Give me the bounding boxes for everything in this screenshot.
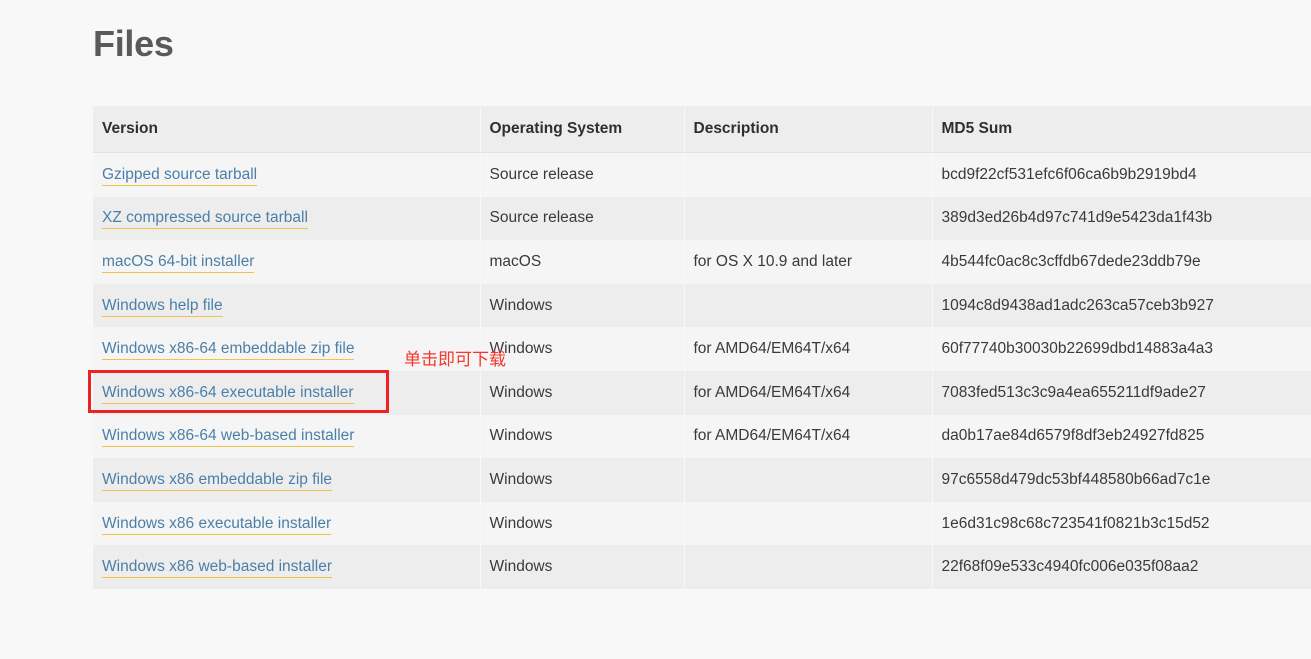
table-cell-version: Gzipped source tarball: [93, 152, 481, 197]
table-cell-operating-system: Windows: [480, 327, 685, 371]
table-cell-version: XZ compressed source tarball: [93, 196, 481, 241]
table-cell-md5-sum: 1e6d31c98c68c723541f0821b3c15d52: [932, 501, 1311, 546]
table-cell-operating-system: macOS: [480, 240, 685, 284]
table-cell-operating-system: Windows: [480, 458, 685, 502]
annotation-note-text: 单击即可下载: [404, 350, 506, 370]
table-cell-md5-sum: 4b544fc0ac8c3cffdb67dede23ddb79e: [932, 240, 1311, 284]
column-header-version[interactable]: Version: [93, 106, 481, 153]
table-cell-description: [684, 501, 933, 546]
table-row: Gzipped source tarball Source release bcd9…: [93, 152, 1311, 197]
table-row: macOS 64-bit installer macOS for OS X 10.9…: [93, 240, 1311, 284]
file-download-link[interactable]: Windows help file: [102, 296, 223, 317]
table-header-row: Version Operating System Description MD5…: [93, 106, 1311, 153]
file-download-link[interactable]: Windows x86 web-based installer: [102, 558, 333, 579]
table-row: Windows x86-64 executable installer Windo…: [93, 370, 1311, 415]
table-cell-description: for AMD64/EM64T/x64: [684, 370, 933, 415]
table-row: Windows help file Windows 1094c8d9438ad1ad…: [93, 283, 1311, 328]
table-cell-operating-system: Source release: [480, 152, 685, 197]
file-download-link[interactable]: XZ compressed source tarball: [102, 209, 308, 230]
table-cell-version: Windows help file: [93, 283, 481, 328]
table-row: Windows x86 executable installer Windows 1…: [93, 501, 1311, 546]
table-cell-operating-system: Windows: [480, 283, 685, 328]
table-cell-description: [684, 545, 933, 589]
table-cell-md5-sum: da0b17ae84d6579f8df3eb24927fd825: [932, 414, 1311, 459]
table-cell-description: [684, 458, 933, 502]
table-header: Version Operating System Description MD5…: [93, 106, 1311, 153]
table-cell-operating-system: Windows: [480, 545, 685, 589]
files-table: Version Operating System Description MD5…: [93, 106, 1311, 589]
table-cell-description: [684, 152, 933, 197]
file-download-link[interactable]: macOS 64-bit installer: [102, 252, 255, 273]
table-row: XZ compressed source tarball Source relea…: [93, 196, 1311, 241]
table-row: Windows x86-64 web-based installer Window…: [93, 414, 1311, 459]
table-cell-description: for AMD64/EM64T/x64: [684, 414, 933, 459]
table-cell-md5-sum: 60f77740b30030b22699dbd14883a4a3: [932, 327, 1311, 371]
table-cell-version: Windows x86 web-based installer: [93, 545, 481, 589]
table-cell-md5-sum: 22f68f09e533c4940fc006e035f08aa2: [932, 545, 1311, 589]
column-header-operating-system[interactable]: Operating System: [480, 106, 685, 153]
file-download-link[interactable]: Gzipped source tarball: [102, 165, 258, 186]
table-row: Windows x86 embeddable zip file Windows 97…: [93, 458, 1311, 502]
table-cell-operating-system: Windows: [480, 501, 685, 546]
table-cell-description: [684, 283, 933, 328]
table-row: Windows x86-64 embeddable zip file Window…: [93, 327, 1311, 371]
table-cell-description: for AMD64/EM64T/x64: [684, 327, 933, 371]
table-cell-description: for OS X 10.9 and later: [684, 240, 933, 284]
table-cell-operating-system: Windows: [480, 370, 685, 415]
table-cell-version: Windows x86-64 web-based installer: [93, 414, 481, 459]
table-cell-md5-sum: 389d3ed26b4d97c741d9e5423da1f43b: [932, 196, 1311, 241]
table-cell-version: Windows x86 embeddable zip file: [93, 458, 481, 502]
file-download-link[interactable]: Windows x86 embeddable zip file: [102, 470, 333, 491]
files-page: Files Version Operating System Descripti…: [0, 0, 1311, 659]
table-cell-md5-sum: bcd9f22cf531efc6f06ca6b9b2919bd4: [932, 152, 1311, 197]
table-cell-operating-system: Source release: [480, 196, 685, 241]
column-header-md5-sum[interactable]: MD5 Sum: [932, 106, 1311, 153]
column-header-description[interactable]: Description: [684, 106, 933, 153]
table-cell-md5-sum: 1094c8d9438ad1adc263ca57ceb3b927: [932, 283, 1311, 328]
table-cell-md5-sum: 97c6558d479dc53bf448580b66ad7c1e: [932, 458, 1311, 502]
table-body: Gzipped source tarball Source release bcd9…: [93, 152, 1311, 589]
file-download-link[interactable]: Windows x86 executable installer: [102, 514, 332, 535]
table-row: Windows x86 web-based installer Windows 22…: [93, 545, 1311, 589]
table-cell-operating-system: Windows: [480, 414, 685, 459]
table-cell-version: Windows x86 executable installer: [93, 501, 481, 546]
table-cell-md5-sum: 7083fed513c3c9a4ea655211df9ade27: [932, 370, 1311, 415]
files-table-container: Version Operating System Description MD5…: [93, 106, 1311, 589]
file-download-link[interactable]: Windows x86-64 executable installer: [102, 383, 354, 404]
page-title: Files: [93, 23, 174, 64]
file-download-link[interactable]: Windows x86-64 embeddable zip file: [102, 340, 355, 361]
table-cell-version: Windows x86-64 executable installer: [93, 370, 481, 415]
table-cell-version: macOS 64-bit installer: [93, 240, 481, 284]
file-download-link[interactable]: Windows x86-64 web-based installer: [102, 427, 355, 448]
table-cell-description: [684, 196, 933, 241]
